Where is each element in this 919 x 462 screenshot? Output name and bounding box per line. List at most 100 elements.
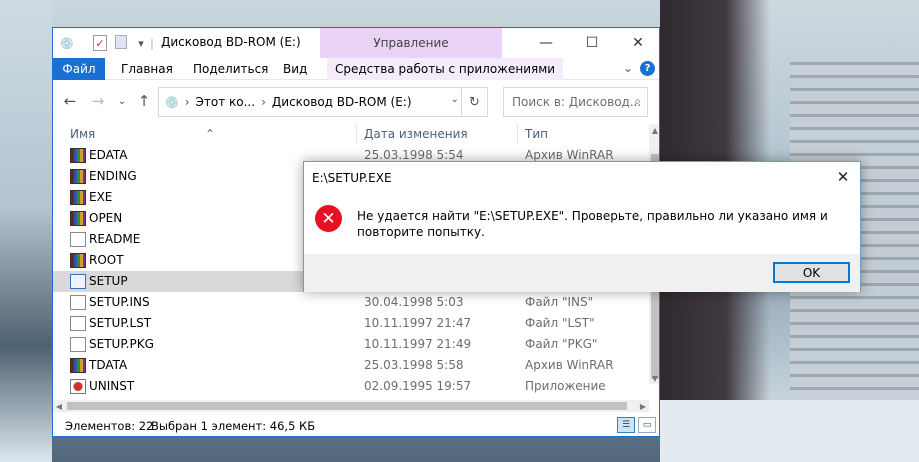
text-document-icon	[70, 232, 86, 247]
winrar-icon	[70, 253, 86, 268]
dialog-message: Не удается найти "E:\SETUP.EXE". Проверь…	[357, 209, 828, 239]
new-folder-icon[interactable]	[115, 35, 127, 49]
window-title: Дисковод BD-ROM (E:)	[161, 35, 301, 49]
winrar-icon	[70, 211, 86, 226]
file-type: Архив WinRAR	[525, 358, 614, 372]
error-icon: ✕	[315, 205, 342, 232]
file-date: 10.11.1997 21:47	[364, 316, 472, 330]
ok-button[interactable]: OK	[773, 262, 850, 283]
scroll-left-icon[interactable]: ◀	[53, 400, 65, 412]
address-bar[interactable]: 💿 › Этот ко... › Дисковод BD-ROM (E:) ⌄ …	[158, 87, 488, 117]
breadcrumb-chevron-icon[interactable]: ›	[261, 95, 266, 109]
large-icons-view-icon[interactable]: ▭	[638, 417, 656, 433]
file-name: TDATA	[89, 358, 128, 372]
scroll-thumb[interactable]	[67, 402, 627, 410]
file-type: Файл "PKG"	[525, 337, 598, 351]
winrar-icon	[70, 169, 86, 184]
column-divider[interactable]	[356, 124, 357, 144]
uninstall-app-icon	[70, 379, 86, 394]
navigation-bar: ← → ⌄ ↑ 💿 › Этот ко... › Дисковод BD-ROM…	[53, 81, 659, 121]
breadcrumb-chevron-icon[interactable]: ›	[185, 95, 190, 109]
error-dialog: E:\SETUP.EXE ✕ ✕ Не удается найти "E:\SE…	[303, 161, 861, 292]
ribbon-tabs: Файл Главная Поделиться Вид Средства раб…	[53, 58, 659, 80]
column-divider[interactable]	[517, 124, 518, 144]
close-icon[interactable]: ✕	[615, 28, 659, 58]
tab-application-tools[interactable]: Средства работы с приложениями	[327, 58, 564, 80]
help-icon[interactable]: ?	[640, 61, 655, 76]
file-type: Приложение	[525, 379, 606, 393]
details-view-icon[interactable]: ☰	[617, 417, 635, 433]
column-date[interactable]: Дата изменения	[364, 127, 468, 141]
refresh-icon[interactable]: ↻	[461, 88, 487, 116]
file-name: ENDING	[89, 169, 137, 183]
file-row[interactable]: UNINST 02.09.1995 19:57 Приложение	[53, 376, 649, 397]
horizontal-scrollbar[interactable]: ◀ ▶	[53, 400, 649, 412]
file-type: Файл "LST"	[525, 316, 595, 330]
tab-home[interactable]: Главная	[113, 58, 181, 80]
winrar-icon	[70, 190, 86, 205]
breadcrumb-this-pc[interactable]: Этот ко...	[196, 95, 256, 109]
properties-icon[interactable]: ✓	[93, 35, 107, 51]
winrar-icon	[70, 148, 86, 163]
customize-toolbar-icon[interactable]: ▾	[135, 35, 147, 51]
column-header: ⌃ Имя Дата изменения Тип	[53, 124, 649, 144]
file-name: SETUP.INS	[89, 295, 150, 309]
file-date: 25.03.1998 5:58	[364, 358, 464, 372]
tab-manage[interactable]: Управление	[320, 28, 502, 58]
scroll-down-icon[interactable]: ▼	[649, 372, 659, 384]
toolbar-separator: |	[150, 36, 154, 50]
selection-info: Выбран 1 элемент: 46,5 КБ	[151, 419, 316, 433]
file-name: SETUP.LST	[89, 316, 152, 330]
file-row[interactable]: SETUP.PKG 10.11.1997 21:49 Файл "PKG"	[53, 334, 649, 355]
recent-locations-icon[interactable]: ⌄	[113, 91, 131, 111]
address-dropdown-icon[interactable]: ⌄	[451, 94, 459, 105]
setup-app-icon	[70, 274, 86, 289]
tab-view[interactable]: Вид	[275, 58, 315, 80]
file-date: 02.09.1995 19:57	[364, 379, 472, 393]
file-name: README	[89, 232, 141, 246]
file-row[interactable]: SETUP.INS 30.04.1998 5:03 Файл "INS"	[53, 292, 649, 313]
wallpaper-snow	[660, 400, 919, 462]
item-count: Элементов: 22	[65, 419, 154, 433]
blank-file-icon	[70, 316, 86, 331]
winrar-icon	[70, 358, 86, 373]
column-type[interactable]: Тип	[525, 127, 548, 141]
status-bar: Элементов: 22 Выбран 1 элемент: 46,5 КБ …	[53, 414, 659, 436]
file-name: EXE	[89, 190, 113, 204]
back-icon[interactable]: ←	[61, 91, 79, 111]
tab-share[interactable]: Поделиться	[185, 58, 276, 80]
search-input[interactable]: Поиск в: Дисковод... ⌕	[503, 87, 648, 117]
file-row[interactable]: SETUP.LST 10.11.1997 21:47 Файл "LST"	[53, 313, 649, 334]
file-name: ROOT	[89, 253, 124, 267]
drive-icon: 💿	[165, 95, 179, 109]
scroll-right-icon[interactable]: ▶	[637, 400, 649, 412]
file-name: EDATA	[89, 148, 128, 162]
maximize-icon[interactable]: ☐	[569, 28, 615, 58]
blank-file-icon	[70, 337, 86, 352]
file-row[interactable]: TDATA 25.03.1998 5:58 Архив WinRAR	[53, 355, 649, 376]
blank-file-icon	[70, 295, 86, 310]
sort-ascending-icon: ⌃	[205, 127, 216, 141]
file-date: 25.03.1998 5:54	[364, 148, 464, 162]
expand-ribbon-icon[interactable]: ⌄	[623, 61, 633, 75]
file-type: Файл "INS"	[525, 295, 594, 309]
up-icon[interactable]: ↑	[135, 91, 153, 111]
tab-file[interactable]: Файл	[53, 58, 105, 80]
search-icon: ⌕	[634, 94, 641, 108]
dialog-close-icon[interactable]: ✕	[826, 162, 860, 192]
minimize-icon[interactable]: —	[523, 28, 569, 58]
title-bar: 💿 ✓ ▾ | Дисковод BD-ROM (E:) Управление …	[53, 28, 659, 58]
drive-icon[interactable]: 💿	[59, 35, 75, 51]
forward-icon[interactable]: →	[89, 91, 107, 111]
file-name: SETUP.PKG	[89, 337, 154, 351]
search-placeholder: Поиск в: Дисковод...	[512, 95, 642, 109]
file-date: 10.11.1997 21:49	[364, 337, 472, 351]
file-date: 30.04.1998 5:03	[364, 295, 464, 309]
breadcrumb-drive[interactable]: Дисковод BD-ROM (E:)	[272, 95, 412, 109]
file-type: Архив WinRAR	[525, 148, 614, 162]
column-name[interactable]: Имя	[70, 127, 95, 141]
desktop-wallpaper-left	[0, 0, 52, 462]
scroll-up-icon[interactable]: ▲	[649, 124, 659, 136]
file-name: SETUP	[89, 274, 128, 288]
file-name: UNINST	[89, 379, 135, 393]
